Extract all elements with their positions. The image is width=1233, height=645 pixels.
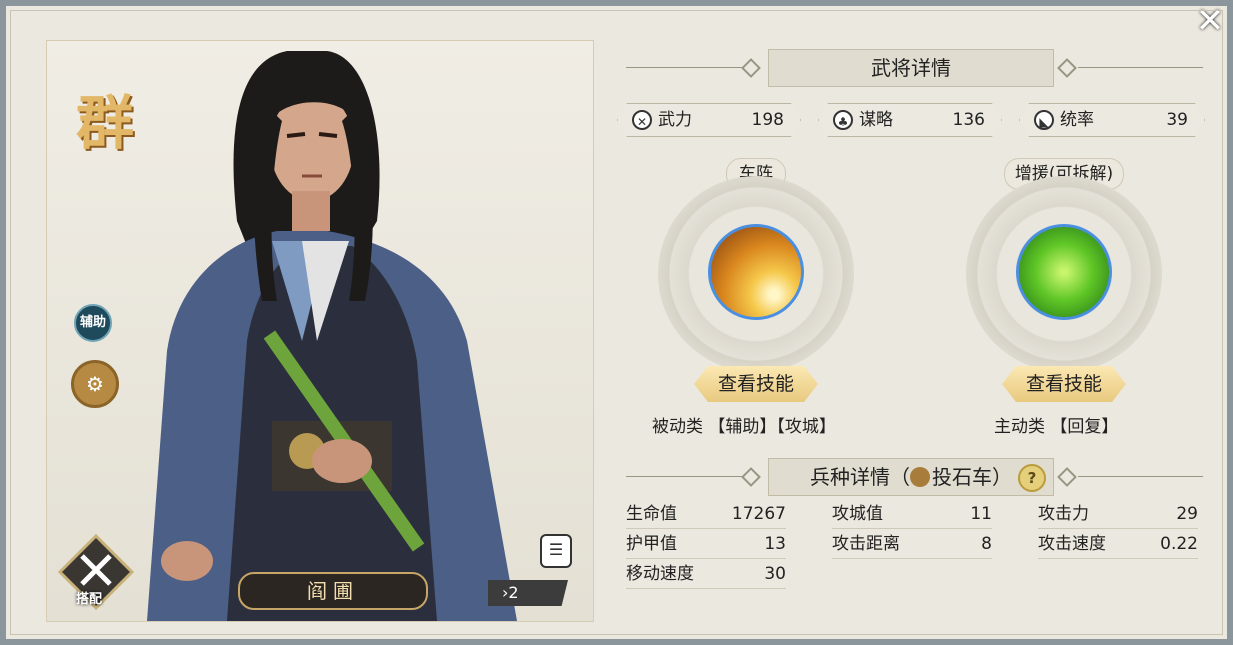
support-role-badge[interactable]: 辅助	[74, 304, 112, 342]
strategy-icon: ♣	[833, 110, 853, 130]
skill-2-type-label: 主动类	[994, 417, 1045, 437]
troop-unit-name: 投石车	[932, 465, 992, 489]
stat-value: 136	[952, 110, 985, 130]
skill-1-type-label: 被动类	[652, 417, 703, 437]
close-icon[interactable]: ✕	[1193, 4, 1227, 40]
hero-star-count: ›2	[488, 580, 568, 606]
catapult-troop-icon[interactable]: ⚙	[71, 360, 119, 408]
troop-stat-row: 攻击力 29	[1038, 500, 1198, 529]
troop-stat-value: 29	[1176, 504, 1198, 524]
stat-command: ◣ 统率 39	[1019, 103, 1205, 137]
troop-stat-label: 移动速度	[626, 564, 694, 584]
troop-stat-value: 13	[764, 534, 786, 554]
stat-value: 39	[1166, 110, 1188, 130]
divider-diamond	[741, 467, 761, 487]
stat-force: ✕ 武力 198	[617, 103, 801, 137]
troop-title-suffix: ）	[992, 465, 1012, 489]
divider-diamond	[1057, 467, 1077, 487]
divider-right	[1078, 67, 1203, 68]
troop-stat-label: 生命值	[626, 504, 677, 524]
star-value: 2	[508, 583, 519, 602]
view-skill-1-button[interactable]: 查看技能	[694, 366, 818, 402]
hero-portrait	[147, 51, 517, 621]
hero-name: 阎圃	[238, 572, 428, 610]
stat-label: 武力	[658, 110, 692, 130]
stat-label: 谋略	[859, 110, 893, 130]
troop-stat-label: 攻城值	[832, 504, 883, 524]
troop-stat-label: 护甲值	[626, 534, 677, 554]
hero-detail-title: 武将详情	[768, 49, 1054, 87]
skill-1-icon[interactable]	[708, 224, 804, 320]
skill-2-icon[interactable]	[1016, 224, 1112, 320]
divider-left	[626, 476, 746, 477]
troop-stat-value: 30	[764, 564, 786, 584]
troop-stat-value: 17267	[731, 504, 786, 524]
troop-stat-row: 生命值 17267	[626, 500, 786, 529]
skill-1-tags: 【辅助】【攻城】	[708, 417, 836, 437]
help-icon[interactable]: ?	[1018, 464, 1046, 492]
troop-stat-value: 0.22	[1160, 534, 1198, 554]
stat-label: 统率	[1060, 110, 1094, 130]
list-icon[interactable]: ☰	[540, 534, 572, 568]
troop-title-prefix: 兵种详情（	[810, 465, 910, 489]
faction-emblem: 群	[76, 89, 135, 157]
troop-stat-label: 攻击距离	[832, 534, 900, 554]
troop-stat-row: 移动速度 30	[626, 560, 786, 589]
troop-stat-label: 攻击力	[1038, 504, 1089, 524]
troop-stat-label: 攻击速度	[1038, 534, 1106, 554]
troop-stat-row: 护甲值 13	[626, 530, 786, 559]
view-skill-2-button[interactable]: 查看技能	[1002, 366, 1126, 402]
command-flag-icon: ◣	[1034, 110, 1054, 130]
catapult-icon	[910, 467, 930, 487]
troop-stat-row: 攻城值 11	[832, 500, 992, 529]
skill-1-type: 被动类 【辅助】【攻城】	[652, 412, 836, 437]
stat-value: 198	[751, 110, 784, 130]
troop-detail-title: 兵种详情（ 投石车）	[768, 458, 1054, 496]
stat-strategy: ♣ 谋略 136	[818, 103, 1002, 137]
troop-stat-value: 8	[981, 534, 992, 554]
sword-icon: ✕	[632, 110, 652, 130]
troop-stat-row: 攻击距离 8	[832, 530, 992, 559]
divider-diamond	[1057, 58, 1077, 78]
divider-left	[626, 67, 746, 68]
troop-stat-value: 11	[970, 504, 992, 524]
divider-diamond	[741, 58, 761, 78]
skill-2-type: 主动类 【回复】	[994, 412, 1118, 437]
equip-label: 搭配	[76, 592, 103, 607]
hero-detail-window: 群 辅助 ⚙ 搭配 阎圃 ›2 ☰ ✕ 武将详情 ✕ 武力 198 ♣ 谋略 1…	[0, 0, 1233, 645]
troop-stat-row: 攻击速度 0.22	[1038, 530, 1198, 559]
divider-right	[1078, 476, 1203, 477]
skill-2-tags: 【回复】	[1050, 417, 1119, 437]
